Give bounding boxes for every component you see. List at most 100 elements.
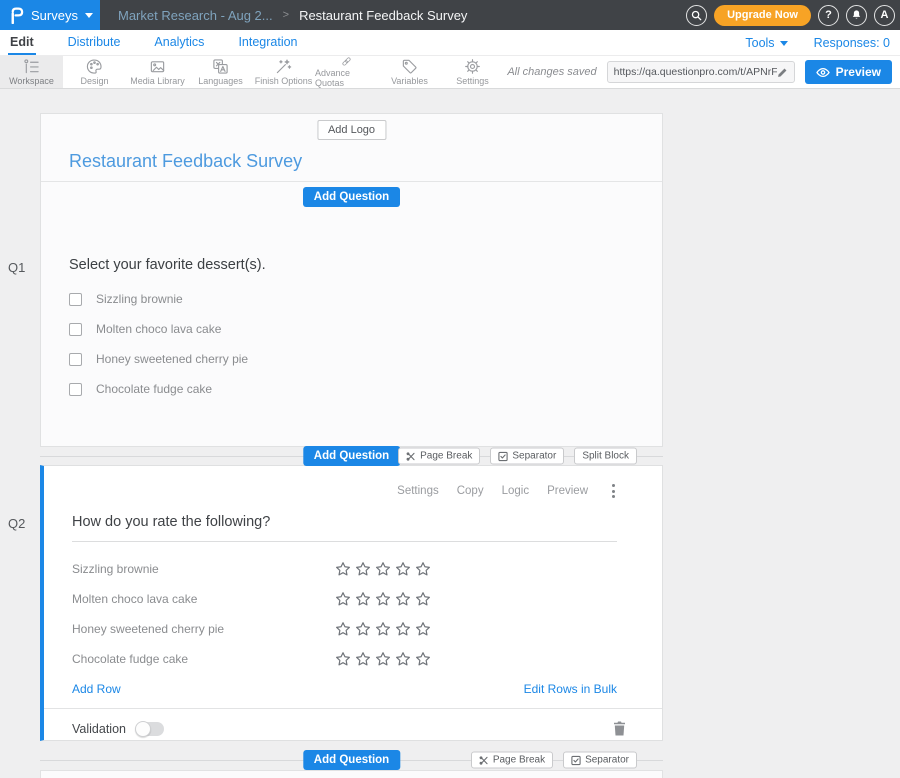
product-switcher[interactable]: Surveys xyxy=(0,0,100,30)
tab-integration[interactable]: Integration xyxy=(236,30,299,55)
notifications-button[interactable] xyxy=(846,5,867,26)
toolbar-item-label: Design xyxy=(80,76,108,86)
star-rating[interactable] xyxy=(335,621,431,637)
trash-icon[interactable] xyxy=(613,721,626,736)
q2-rating-rows: Sizzling brownie Molten choco lava cake … xyxy=(72,554,617,674)
question-code-q2: Q2 xyxy=(8,516,25,531)
breadcrumb-separator: > xyxy=(283,9,289,21)
palette-icon xyxy=(86,58,103,75)
q2-question-text[interactable]: How do you rate the following? xyxy=(72,514,617,542)
checkbox-check-icon xyxy=(498,451,508,461)
rating-row-label[interactable]: Sizzling brownie xyxy=(72,562,335,576)
breadcrumb-folder[interactable]: Market Research - Aug 2... xyxy=(118,8,273,23)
q1-option[interactable]: Sizzling brownie xyxy=(69,292,662,306)
q1-option[interactable]: Honey sweetened cherry pie xyxy=(69,352,662,366)
top-bar: Surveys Market Research - Aug 2... > Res… xyxy=(0,0,900,30)
rating-row-label[interactable]: Chocolate fudge cake xyxy=(72,652,335,666)
toolbar-item-label: Variables xyxy=(391,76,428,86)
questionpro-logo-icon xyxy=(9,7,24,24)
tab-distribute[interactable]: Distribute xyxy=(66,30,123,55)
rating-row: Molten choco lava cake xyxy=(72,584,617,614)
tools-menu[interactable]: Tools xyxy=(745,36,787,50)
q2-preview-link[interactable]: Preview xyxy=(547,485,588,497)
add-question-button[interactable]: Add Question xyxy=(303,187,400,207)
product-label: Surveys xyxy=(31,8,78,23)
survey-url-box xyxy=(607,61,795,83)
add-question-button[interactable]: Add Question xyxy=(303,446,400,466)
toolbar-item-label: Settings xyxy=(456,76,489,86)
split-block-label: Split Block xyxy=(582,451,629,462)
breadcrumb-survey-name[interactable]: Restaurant Feedback Survey xyxy=(299,8,467,23)
validation-control: Validation xyxy=(72,722,164,736)
q2-settings-link[interactable]: Settings xyxy=(397,485,439,497)
star-rating[interactable] xyxy=(335,651,431,667)
image-icon xyxy=(149,58,166,75)
toolbar-item-label: Advance Quotas xyxy=(315,68,378,88)
chain-link-icon xyxy=(338,56,355,67)
checkbox[interactable] xyxy=(69,323,82,336)
q1-option[interactable]: Chocolate fudge cake xyxy=(69,382,662,396)
preview-label: Preview xyxy=(836,65,881,79)
nav-right: Tools Responses: 0 xyxy=(745,30,890,55)
validation-toggle[interactable] xyxy=(136,722,164,736)
toolbar-item-settings[interactable]: Settings xyxy=(441,56,504,88)
toolbar-item-advance-quotas[interactable]: Advance Quotas xyxy=(315,56,378,88)
toolbar-item-finish-options[interactable]: Finish Options xyxy=(252,56,315,88)
gear-icon xyxy=(464,58,481,75)
toolbar-item-workspace[interactable]: Workspace xyxy=(0,56,63,88)
kebab-menu-icon[interactable] xyxy=(610,482,617,500)
toolbar-item-media-library[interactable]: Media Library xyxy=(126,56,189,88)
separator-button[interactable]: Separator xyxy=(490,448,564,465)
survey-block-1-body: Add Question Select your favorite desser… xyxy=(41,182,662,396)
toolbar-item-languages[interactable]: Languages xyxy=(189,56,252,88)
page-break-label: Page Break xyxy=(493,755,545,766)
q1-question-text[interactable]: Select your favorite dessert(s). xyxy=(69,257,662,273)
chevron-down-icon xyxy=(780,41,788,46)
help-button[interactable]: ? xyxy=(818,5,839,26)
avatar[interactable]: A xyxy=(874,5,895,26)
block-divider: Add Question Page Break Separator Split … xyxy=(40,447,663,465)
page-break-button[interactable]: Page Break xyxy=(471,752,553,769)
preview-button[interactable]: Preview xyxy=(805,60,892,84)
tab-analytics[interactable]: Analytics xyxy=(152,30,206,55)
separator-button[interactable]: Separator xyxy=(563,752,637,769)
tab-edit[interactable]: Edit xyxy=(8,30,36,55)
block-tools: Page Break Separator xyxy=(471,752,637,769)
add-logo-button[interactable]: Add Logo xyxy=(317,120,386,140)
star-rating[interactable] xyxy=(335,561,431,577)
toolbar-item-variables[interactable]: Variables xyxy=(378,56,441,88)
option-label: Chocolate fudge cake xyxy=(96,382,212,396)
tools-label: Tools xyxy=(745,36,774,50)
add-row-link[interactable]: Add Row xyxy=(72,682,121,696)
rating-row-label[interactable]: Honey sweetened cherry pie xyxy=(72,622,335,636)
tag-icon xyxy=(401,58,418,75)
responses-count[interactable]: Responses: 0 xyxy=(814,36,890,50)
bell-icon xyxy=(851,9,862,21)
workspace-list-icon xyxy=(23,58,40,75)
page-break-label: Page Break xyxy=(420,451,472,462)
edit-pencil-icon[interactable] xyxy=(777,67,788,78)
checkbox[interactable] xyxy=(69,293,82,306)
add-question-button[interactable]: Add Question xyxy=(303,750,400,770)
split-block-button[interactable]: Split Block xyxy=(574,448,637,465)
upgrade-now-button[interactable]: Upgrade Now xyxy=(714,5,811,26)
validation-label: Validation xyxy=(72,722,126,736)
page-break-button[interactable]: Page Break xyxy=(398,448,480,465)
q2-logic-link[interactable]: Logic xyxy=(502,485,530,497)
q1-option[interactable]: Molten choco lava cake xyxy=(69,322,662,336)
survey-url-input[interactable] xyxy=(614,66,777,78)
toolbar-right: All changes saved Preview xyxy=(507,56,900,88)
rating-row-label[interactable]: Molten choco lava cake xyxy=(72,592,335,606)
survey-block-2[interactable]: Settings Copy Logic Preview How do you r… xyxy=(40,465,663,741)
search-icon xyxy=(691,10,702,21)
separator-label: Separator xyxy=(512,451,556,462)
edit-rows-in-bulk-link[interactable]: Edit Rows in Bulk xyxy=(524,682,617,696)
search-button[interactable] xyxy=(686,5,707,26)
star-rating[interactable] xyxy=(335,591,431,607)
edit-toolbar: Workspace Design Media Library Languages… xyxy=(0,56,900,89)
checkbox[interactable] xyxy=(69,353,82,366)
checkbox[interactable] xyxy=(69,383,82,396)
toolbar-item-design[interactable]: Design xyxy=(63,56,126,88)
q2-copy-link[interactable]: Copy xyxy=(457,485,484,497)
survey-title[interactable]: Restaurant Feedback Survey xyxy=(69,151,302,172)
